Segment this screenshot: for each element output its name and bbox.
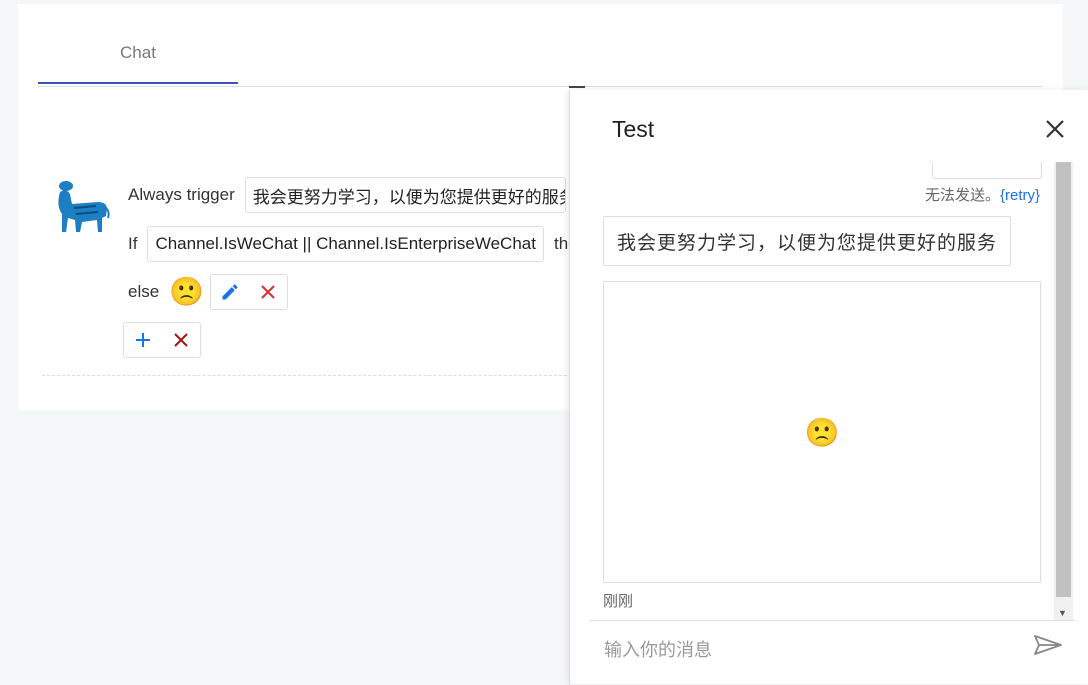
bot-avatar xyxy=(58,181,110,232)
chat-message-emoji: 🙁 xyxy=(603,281,1041,583)
send-failed-text: 无法发送。 xyxy=(924,186,1000,204)
divider xyxy=(42,375,582,376)
rule-actions xyxy=(123,322,201,358)
emoji: 🙁 xyxy=(804,415,840,449)
drawer-title: Test xyxy=(612,116,655,142)
close-icon xyxy=(261,285,275,299)
chat-area[interactable]: 无法发送。{retry} 我会更努力学习，以便为您提供更好的服务 🙁 刚刚 xyxy=(570,162,1055,620)
delete-button[interactable] xyxy=(249,275,287,309)
if-label: If xyxy=(128,234,138,253)
if-condition-value: Channel.IsWeChat || Channel.IsEnterprise… xyxy=(155,234,536,253)
always-trigger-field[interactable]: 我会更努力学习，以便为您提供更好的服务 xyxy=(244,177,566,213)
close-icon[interactable] xyxy=(1042,116,1068,142)
chat-message: 我会更努力学习，以便为您提供更好的服务 xyxy=(603,216,1012,266)
edit-button[interactable] xyxy=(211,275,249,309)
previous-message xyxy=(932,162,1042,179)
message-input[interactable] xyxy=(602,631,1006,669)
send-icon[interactable] xyxy=(1033,633,1063,657)
remove-button[interactable] xyxy=(162,323,200,357)
else-row: else 🙁 xyxy=(128,274,289,310)
scroll-down-arrow-icon[interactable]: ▼ xyxy=(1058,608,1067,618)
test-drawer: Test 无法发送。{retry} 我会更努力学习，以便为您提供更好的服务 🙁 … xyxy=(569,90,1088,684)
scroll-thumb[interactable] xyxy=(1056,162,1071,597)
chat-message-text: 我会更努力学习，以便为您提供更好的服务 xyxy=(617,231,998,254)
send-failed-status: 无法发送。{retry} xyxy=(925,184,1040,205)
tab-label: Chat xyxy=(120,43,156,62)
add-button[interactable] xyxy=(124,323,162,357)
always-trigger-value: 我会更努力学习，以便为您提供更好的服务 xyxy=(252,187,566,208)
else-label: else xyxy=(128,282,160,301)
if-row: If Channel.IsWeChat || Channel.IsEnterpr… xyxy=(128,226,587,262)
tab-bar: Chat xyxy=(38,4,1042,87)
if-condition-field[interactable]: Channel.IsWeChat || Channel.IsEnterprise… xyxy=(147,226,544,262)
message-input-bar xyxy=(590,620,1075,685)
else-emoji: 🙁 xyxy=(169,275,205,308)
plus-icon xyxy=(136,333,150,347)
pencil-icon xyxy=(222,284,238,300)
message-timestamp: 刚刚 xyxy=(603,592,634,610)
close-icon xyxy=(174,333,188,347)
retry-link[interactable]: {retry} xyxy=(1000,187,1040,204)
else-actions xyxy=(210,274,289,310)
always-trigger-row: Always trigger 我会更努力学习，以便为您提供更好的服务 xyxy=(128,177,566,213)
always-trigger-label: Always trigger xyxy=(128,185,235,204)
tab-chat[interactable]: Chat xyxy=(38,4,238,84)
scrollbar[interactable]: ▼ xyxy=(1054,162,1073,620)
